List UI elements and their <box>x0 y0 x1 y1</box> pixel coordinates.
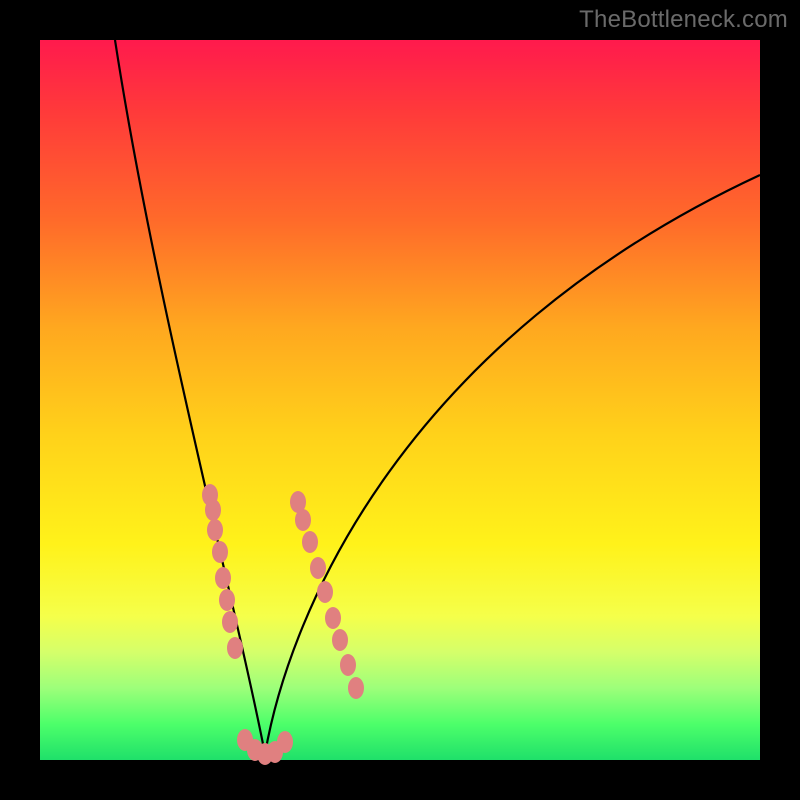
bottleneck-curve <box>115 40 760 754</box>
data-marker <box>212 541 228 563</box>
data-marker <box>302 531 318 553</box>
data-marker <box>340 654 356 676</box>
marker-group <box>202 484 364 765</box>
data-marker <box>348 677 364 699</box>
data-marker <box>295 509 311 531</box>
chart-frame: TheBottleneck.com <box>0 0 800 800</box>
data-marker <box>310 557 326 579</box>
data-marker <box>332 629 348 651</box>
data-marker <box>207 519 223 541</box>
data-marker <box>215 567 231 589</box>
data-marker <box>325 607 341 629</box>
data-marker <box>317 581 333 603</box>
data-marker <box>277 731 293 753</box>
data-marker <box>222 611 238 633</box>
data-marker <box>205 499 221 521</box>
data-marker <box>227 637 243 659</box>
watermark-text: TheBottleneck.com <box>579 6 788 34</box>
curve-layer <box>40 40 760 760</box>
data-marker <box>219 589 235 611</box>
